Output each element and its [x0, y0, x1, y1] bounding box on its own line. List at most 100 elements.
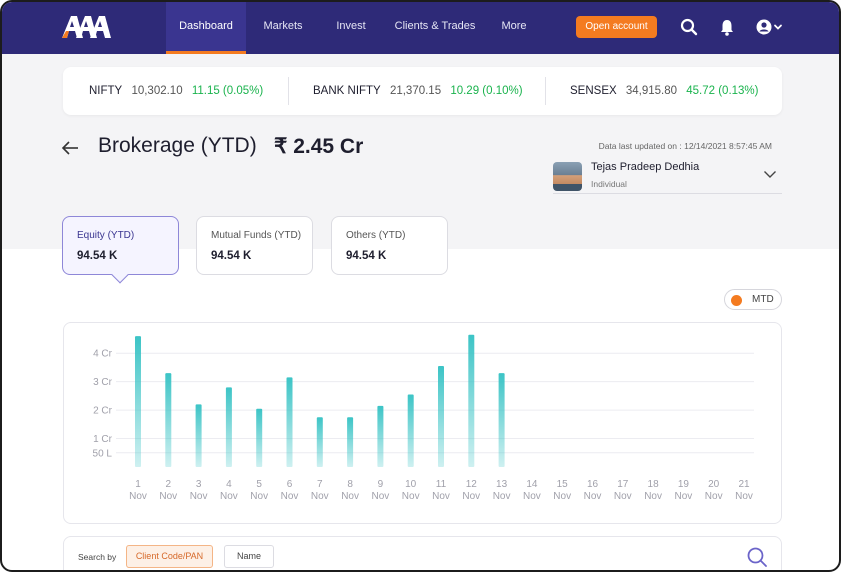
ticker-value: 10,302.10: [131, 85, 183, 97]
user-menu-icon[interactable]: [755, 17, 785, 37]
chart-bar-3[interactable]: [195, 404, 202, 467]
x-tick-label: 17: [617, 479, 629, 490]
chart-bar-10[interactable]: [407, 394, 414, 467]
x-tick-sublabel: Nov: [644, 491, 662, 502]
x-tick-sublabel: Nov: [281, 491, 299, 502]
chevron-down-icon[interactable]: [763, 168, 777, 180]
x-tick-sublabel: Nov: [462, 491, 480, 502]
chart-bar-2[interactable]: [165, 373, 172, 467]
x-tick-sublabel: Nov: [402, 491, 420, 502]
x-tick-sublabel: Nov: [705, 491, 723, 502]
x-tick-label: 4: [226, 479, 232, 490]
last-updated-text: Data last updated on : 12/14/2021 8:57:4…: [598, 141, 772, 151]
client-name: Tejas Pradeep Dedhia: [591, 161, 700, 173]
chart-bar-5[interactable]: [256, 408, 263, 467]
x-tick-label: 11: [436, 479, 447, 490]
back-arrow-icon[interactable]: [60, 139, 80, 157]
app-logo[interactable]: [60, 12, 112, 40]
search-icon[interactable]: [679, 17, 699, 37]
ticker-change: 10.29 (0.10%): [450, 85, 523, 97]
ticker-change: 11.15 (0.05%): [191, 85, 264, 97]
x-tick-label: 7: [317, 479, 323, 490]
card-label: Mutual Funds (YTD): [211, 230, 302, 241]
y-tick-label: 4 Cr: [93, 349, 113, 360]
x-tick-label: 3: [196, 479, 202, 490]
search-by-label: Search by: [78, 552, 117, 562]
x-tick-sublabel: Nov: [311, 491, 329, 502]
bell-icon[interactable]: [717, 17, 737, 37]
x-tick-sublabel: Nov: [190, 491, 208, 502]
x-tick-label: 10: [405, 479, 417, 490]
ticker-value: 21,370.15: [389, 85, 442, 97]
x-tick-label: 6: [287, 479, 293, 490]
client-selector[interactable]: Tejas Pradeep Dedhia Individual: [553, 158, 782, 194]
x-tick-sublabel: Nov: [159, 491, 177, 502]
x-tick-label: 18: [648, 479, 660, 490]
chart-bar-4[interactable]: [225, 387, 232, 467]
ticker-divider: [288, 77, 289, 105]
x-tick-label: 16: [587, 479, 599, 490]
search-panel: Search by Client Code/PAN Name: [63, 536, 782, 570]
card-amount: 94.54 K: [346, 250, 387, 262]
card-label: Others (YTD): [346, 230, 406, 241]
y-tick-label: 50 L: [93, 448, 113, 459]
bar-chart: 50 L1 Cr2 Cr3 Cr4 Cr1Nov2Nov3Nov4Nov5Nov…: [93, 334, 754, 502]
chart-bar-11[interactable]: [438, 366, 444, 467]
ticker-name: NIFTY: [89, 85, 123, 97]
x-tick-sublabel: Nov: [493, 491, 511, 502]
chart-bar-12[interactable]: [468, 334, 475, 467]
x-tick-sublabel: Nov: [584, 491, 602, 502]
x-tick-label: 2: [166, 479, 172, 490]
chart-bar-8[interactable]: [347, 417, 354, 467]
ticker-change: 45.72 (0.13%): [686, 85, 759, 97]
chart-bar-7[interactable]: [316, 417, 323, 467]
x-tick-label: 1: [135, 479, 141, 490]
client-type: Individual: [591, 179, 627, 189]
x-tick-sublabel: Nov: [372, 491, 390, 502]
brokerage-chart: 50 L1 Cr 2 Cr 3 Cr 4 Cr 1 Nov 2 Nov 3 Nov 4 Nov 5 Nov…: [63, 322, 782, 524]
ticker-sensex[interactable]: SENSEX 34,915.80 45.72 (0.13%): [570, 67, 759, 115]
chart-bar-6[interactable]: [286, 377, 293, 467]
app-window: Dashboard Markets Invest Clients & Trade…: [0, 0, 841, 572]
nav-clients-trades[interactable]: Clients & Trades: [388, 2, 482, 54]
y-tick-label: 1 Cr: [93, 434, 113, 445]
x-tick-sublabel: Nov: [675, 491, 693, 502]
card-others[interactable]: Others (YTD) 94.54 K: [331, 216, 448, 275]
open-account-button[interactable]: Open account: [576, 16, 657, 38]
x-tick-label: 21: [738, 479, 750, 490]
nav-invest[interactable]: Invest: [322, 2, 380, 54]
ticker-name: BANK NIFTY: [313, 85, 381, 97]
x-tick-sublabel: Nov: [553, 491, 571, 502]
x-tick-label: 8: [347, 479, 353, 490]
x-tick-label: 9: [378, 479, 384, 490]
nav-dashboard[interactable]: Dashboard: [166, 2, 246, 54]
search-option-client-code[interactable]: Client Code/PAN: [126, 545, 213, 568]
x-tick-sublabel: Nov: [614, 491, 632, 502]
nav-more[interactable]: More: [492, 2, 536, 54]
x-tick-sublabel: Nov: [523, 491, 541, 502]
chart-bar-1[interactable]: [135, 336, 141, 467]
x-tick-label: 13: [496, 479, 508, 490]
chart-bar-13[interactable]: [498, 373, 505, 467]
market-ticker: NIFTY 10,302.10 11.15 (0.05%) BANK NIFTY…: [63, 67, 782, 115]
ticker-divider: [545, 77, 546, 105]
search-option-name[interactable]: Name: [224, 545, 274, 568]
x-tick-label: 5: [256, 479, 262, 490]
x-tick-label: 12: [466, 479, 478, 490]
nav-markets[interactable]: Markets: [252, 2, 314, 54]
card-amount: 94.54 K: [77, 250, 118, 262]
x-tick-label: 14: [526, 479, 538, 490]
ticker-bank-nifty[interactable]: BANK NIFTY 21,370.15 10.29 (0.10%): [313, 67, 523, 115]
x-tick-label: 19: [678, 479, 690, 490]
y-tick-label: 2 Cr: [93, 406, 113, 417]
x-tick-sublabel: Nov: [129, 491, 147, 502]
card-mutual-funds[interactable]: Mutual Funds (YTD) 94.54 K: [196, 216, 313, 275]
card-amount: 94.54 K: [211, 250, 252, 262]
top-navigation-bar: Dashboard Markets Invest Clients & Trade…: [2, 2, 839, 54]
chart-bar-9[interactable]: [377, 405, 384, 467]
x-tick-sublabel: Nov: [220, 491, 238, 502]
ticker-nifty[interactable]: NIFTY 10,302.10 11.15 (0.05%): [89, 67, 263, 115]
mtd-toggle[interactable]: MTD: [724, 289, 782, 310]
search-icon[interactable]: [746, 546, 768, 568]
toggle-indicator: [731, 295, 742, 306]
